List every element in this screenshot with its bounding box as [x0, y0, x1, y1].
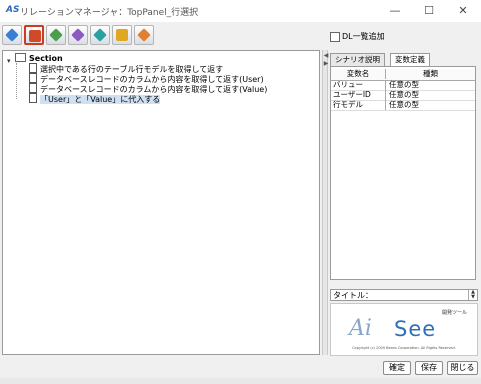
- column-divider: [385, 100, 386, 110]
- confirm-button[interactable]: 確定: [383, 361, 411, 375]
- tab-variable-definitions[interactable]: 変数定義: [390, 53, 430, 66]
- minimize-icon[interactable]: —: [378, 0, 412, 22]
- scenario-tree[interactable]: ▾ Section 選択中である行のテーブル行モデルを取得して返す データベース…: [2, 50, 320, 355]
- diamond-purple-icon: [71, 28, 85, 42]
- document-icon: [29, 73, 37, 83]
- collapse-icon[interactable]: ▾: [7, 56, 11, 67]
- diamond-teal-icon: [93, 28, 107, 42]
- toolbar-button-2[interactable]: [24, 25, 44, 45]
- document-red-icon: [29, 30, 41, 42]
- toolbar-button-3[interactable]: [46, 25, 66, 45]
- column-divider: [385, 90, 386, 100]
- app-icon: AS: [6, 5, 20, 15]
- logo-see: See: [394, 317, 437, 341]
- column-header-name[interactable]: 変数名: [331, 69, 385, 79]
- collapse-left-icon[interactable]: ◀: [323, 52, 329, 59]
- diamond-orange-icon: [137, 28, 151, 42]
- variable-name: 行モデル: [333, 100, 363, 109]
- dl-list-add-checkbox[interactable]: [330, 32, 340, 42]
- title-field[interactable]: タイトル： ▲ ▼: [330, 289, 478, 301]
- document-icon: [29, 93, 37, 103]
- tree-root-label: Section: [29, 54, 63, 63]
- status-bar: [0, 378, 481, 384]
- toolbar-button-6[interactable]: [112, 25, 132, 45]
- section-icon: [15, 53, 26, 62]
- spinner-icon[interactable]: ▲ ▼: [468, 290, 477, 300]
- tree-item-label: 「User」と「Value」に代入する: [40, 95, 161, 104]
- title-bar: AS リレーションマネージャ：TopPanel_行選択 — ☐ ✕: [0, 0, 481, 22]
- panel-splitter[interactable]: ◀ ▶: [322, 50, 328, 355]
- logo-area: 開発ツール Ai See Copyright (c) 2009 Beans Co…: [330, 303, 478, 356]
- variable-type: 任意の型: [389, 100, 419, 109]
- variable-name: バリュー: [333, 80, 363, 89]
- close-button[interactable]: 閉じる: [447, 361, 478, 375]
- document-icon: [29, 83, 37, 93]
- window-title: リレーションマネージャ：TopPanel_行選択: [20, 8, 199, 18]
- variable-name: ユーザーID: [333, 90, 371, 99]
- tree-item-selected[interactable]: 「User」と「Value」に代入する: [29, 93, 161, 104]
- variables-table[interactable]: 変数名 種類 バリュー 任意の型 ユーザーID 任意の型 行モデル 任意の型: [330, 66, 476, 280]
- save-button[interactable]: 保存: [415, 361, 443, 375]
- tree-connector: [16, 63, 17, 99]
- logo-tagline: 開発ツール: [441, 310, 467, 316]
- maximize-icon[interactable]: ☐: [412, 0, 446, 22]
- close-icon[interactable]: ✕: [446, 0, 480, 22]
- diamond-blue-icon: [5, 28, 19, 42]
- diamond-green-icon: [49, 28, 63, 42]
- toolbar-button-7[interactable]: [134, 25, 154, 45]
- table-row[interactable]: 行モデル 任意の型: [331, 100, 475, 111]
- column-header-type[interactable]: 種類: [386, 69, 475, 79]
- variable-type: 任意の型: [389, 80, 419, 89]
- toolbar-button-4[interactable]: [68, 25, 88, 45]
- document-icon: [29, 63, 37, 73]
- collapse-right-icon[interactable]: ▶: [323, 60, 329, 67]
- document-yellow-icon: [116, 29, 128, 41]
- toolbar-button-1[interactable]: [2, 25, 22, 45]
- logo-ai: Ai: [349, 316, 372, 341]
- copyright-text: Copyright (c) 2009 Beans Corporation. Al…: [352, 346, 456, 350]
- toolbar-button-5[interactable]: [90, 25, 110, 45]
- variable-type: 任意の型: [389, 90, 419, 99]
- dl-list-add-label: DL一覧追加: [342, 32, 385, 41]
- title-field-label: タイトル：: [333, 291, 373, 300]
- column-divider: [385, 80, 386, 90]
- tab-scenario-description[interactable]: シナリオ説明: [330, 53, 385, 66]
